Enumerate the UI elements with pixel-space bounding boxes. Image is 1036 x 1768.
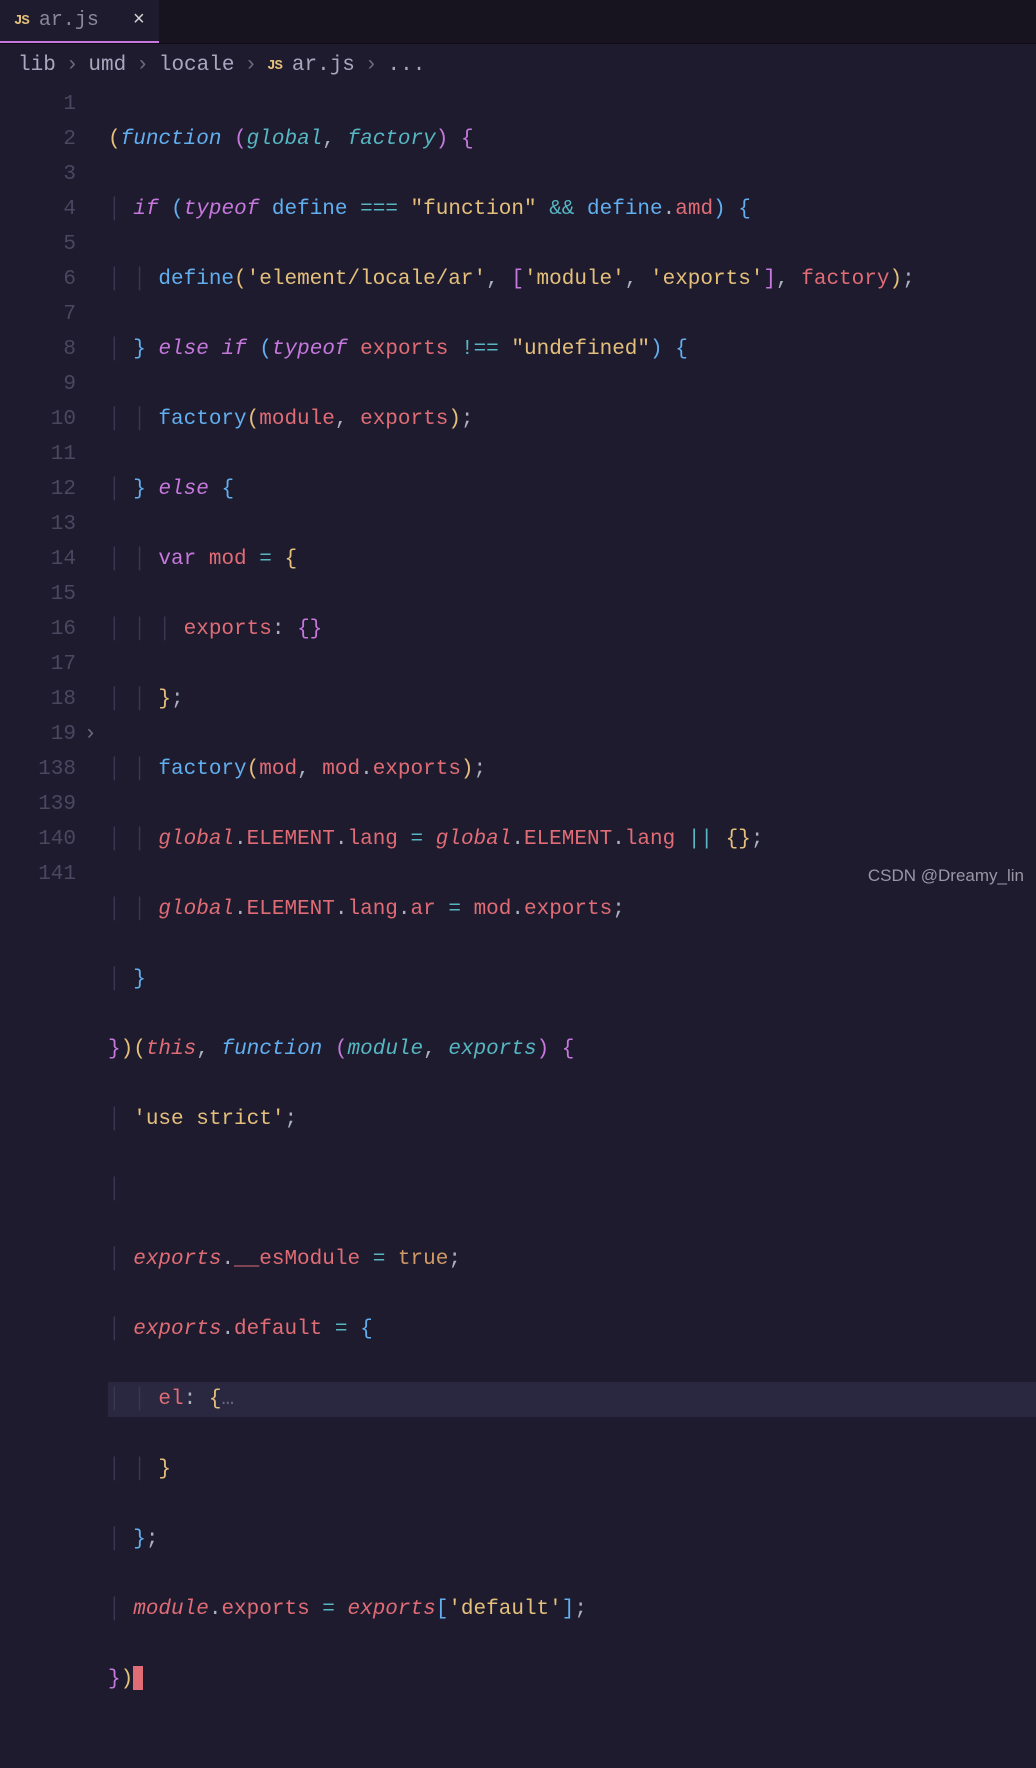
code-content[interactable]: (function (global, factory) { │ if (type…: [108, 87, 1036, 1767]
line-number: 5: [0, 227, 76, 262]
line-number: 1: [0, 87, 76, 122]
close-icon[interactable]: ×: [133, 9, 145, 32]
line-number: 17: [0, 647, 76, 682]
editor-cursor: [133, 1666, 143, 1690]
js-icon: JS: [14, 13, 29, 29]
line-number: 9: [0, 367, 76, 402]
line-number: 18: [0, 682, 76, 717]
chevron-right-icon: ›: [365, 54, 378, 77]
code-editor[interactable]: 1234567891011121314151617181913813914014…: [0, 87, 1036, 1767]
js-icon: JS: [267, 58, 282, 74]
line-number: 14: [0, 542, 76, 577]
line-number: 10: [0, 402, 76, 437]
fold-column: ›: [84, 87, 108, 1767]
line-number: 19: [0, 717, 76, 752]
line-number: 141: [0, 857, 76, 892]
tab-label: ar.js: [39, 9, 99, 32]
line-number: 13: [0, 507, 76, 542]
line-number: 16: [0, 612, 76, 647]
line-number: 7: [0, 297, 76, 332]
breadcrumb-seg-lib[interactable]: lib: [18, 54, 56, 77]
breadcrumb-file[interactable]: ar.js: [292, 54, 355, 77]
line-number: 139: [0, 787, 76, 822]
chevron-right-icon: ›: [136, 54, 149, 77]
breadcrumb-tail[interactable]: ...: [388, 54, 426, 77]
breadcrumb-seg-locale[interactable]: locale: [159, 54, 235, 77]
chevron-right-icon: ›: [66, 54, 79, 77]
tab-ar-js[interactable]: JS ar.js ×: [0, 0, 159, 43]
line-number: 138: [0, 752, 76, 787]
line-number: 140: [0, 822, 76, 857]
tab-bar: JS ar.js ×: [0, 0, 1036, 44]
line-number: 8: [0, 332, 76, 367]
line-number: 6: [0, 262, 76, 297]
line-number: 2: [0, 122, 76, 157]
line-number-gutter: 1234567891011121314151617181913813914014…: [0, 87, 84, 1767]
watermark: CSDN @Dreamy_lin: [868, 866, 1024, 886]
breadcrumb: lib › umd › locale › JS ar.js › ...: [0, 44, 1036, 87]
breadcrumb-seg-umd[interactable]: umd: [88, 54, 126, 77]
chevron-right-icon: ›: [244, 54, 257, 77]
line-number: 4: [0, 192, 76, 227]
line-number: 3: [0, 157, 76, 192]
line-number: 12: [0, 472, 76, 507]
line-number: 15: [0, 577, 76, 612]
chevron-right-icon[interactable]: ›: [84, 717, 108, 752]
line-number: 11: [0, 437, 76, 472]
